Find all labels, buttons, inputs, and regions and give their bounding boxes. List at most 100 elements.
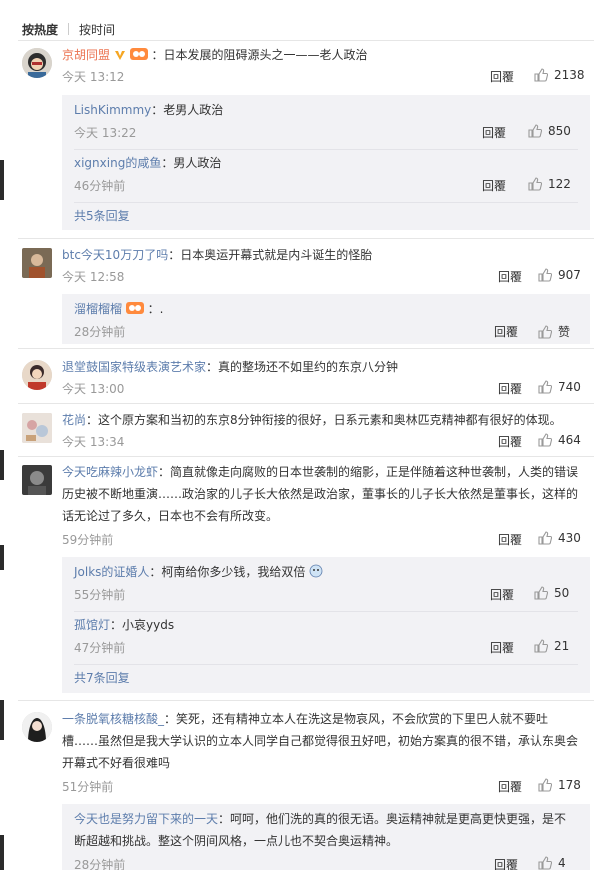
comment-item: 一条脱氧核糖核酸_：笑死，还有精神立本人在洗这是物哀风，不会欣赏的下里巴人就不要… bbox=[18, 708, 594, 870]
like-button[interactable]: 122 bbox=[528, 177, 571, 191]
reply-button[interactable]: 回覆 bbox=[490, 639, 514, 656]
reply-text: Jolks的证婚人：柯南给你多少钱，我给双倍 bbox=[74, 561, 578, 583]
avatar[interactable] bbox=[22, 465, 52, 495]
window-edge bbox=[0, 450, 4, 480]
avatar[interactable] bbox=[22, 48, 52, 78]
comment-username[interactable]: 退堂鼓国家特级表演艺术家 bbox=[62, 360, 206, 374]
comment-username[interactable]: 一条脱氧核糖核酸_ bbox=[62, 712, 164, 726]
reply-text: LishKimmmy：老男人政治 bbox=[74, 99, 578, 121]
comment-time: 今天 13:12 bbox=[62, 70, 125, 84]
reply-meta: 28分钟前 回覆 4 bbox=[74, 856, 578, 870]
reply-button[interactable]: 回覆 bbox=[498, 380, 522, 397]
reply-button[interactable]: 回覆 bbox=[494, 323, 518, 340]
sort-by-hot[interactable]: 按热度 bbox=[22, 21, 58, 38]
reply-username[interactable]: 溜榴榴榴 bbox=[74, 302, 122, 316]
like-button[interactable]: 178 bbox=[538, 778, 581, 792]
reply-button[interactable]: 回覆 bbox=[490, 68, 514, 85]
reply-time: 28分钟前 bbox=[74, 858, 126, 870]
thumbs-up-icon bbox=[528, 124, 542, 138]
reply-username[interactable]: Jolks的证婚人 bbox=[74, 565, 149, 579]
like-count: 4 bbox=[558, 856, 566, 870]
avatar[interactable] bbox=[22, 712, 52, 742]
like-count: 122 bbox=[548, 177, 571, 191]
more-replies-link[interactable]: 共7条回复 bbox=[74, 669, 130, 686]
like-count: 178 bbox=[558, 778, 581, 792]
comment-meta: 今天 12:58 回覆 907 bbox=[62, 268, 586, 286]
reply-username[interactable]: xignxing的咸鱼 bbox=[74, 156, 161, 170]
reply-text: 今天也是努力留下来的一天：呵呵，他们洗的真的很无语。奥运精神就是更高更快更强，是… bbox=[74, 808, 578, 852]
comment-time: 59分钟前 bbox=[62, 533, 114, 547]
like-button[interactable]: 4 bbox=[538, 856, 566, 870]
like-button[interactable]: 740 bbox=[538, 380, 581, 394]
reply-button[interactable]: 回覆 bbox=[498, 268, 522, 285]
reply-button[interactable]: 回覆 bbox=[482, 177, 506, 194]
like-count: 907 bbox=[558, 268, 581, 282]
comment-item: 今天吃麻辣小龙虾：简直就像走向腐败的日本世袭制的缩影，正是伴随着这种世袭制，人类… bbox=[18, 461, 594, 695]
comment-time: 今天 13:00 bbox=[62, 382, 125, 396]
reply-username[interactable]: 今天也是努力留下来的一天 bbox=[74, 812, 218, 826]
like-button[interactable]: 850 bbox=[528, 124, 571, 138]
comment-content: 槽……虽然但是我大学认识的立本人同学自己都觉得很丑好吧，初始方案真的很不错，承认… bbox=[62, 734, 579, 748]
member-badge-icon bbox=[129, 48, 148, 60]
reply-content: ：柯南给你多少钱，我给双倍 bbox=[149, 565, 306, 579]
comment-meta: 今天 13:34 回覆 464 bbox=[62, 433, 586, 451]
reply-username[interactable]: LishKimmmy bbox=[74, 103, 151, 117]
comment-text: 花尚：这个原方案和当初的东京8分钟衔接的很好，日系元素和奥林匹克精神都有很好的体… bbox=[62, 409, 580, 431]
reply-button[interactable]: 回覆 bbox=[498, 778, 522, 795]
thumbs-up-icon bbox=[528, 177, 542, 191]
reply-button[interactable]: 回覆 bbox=[482, 124, 506, 141]
window-edge bbox=[0, 835, 4, 870]
like-count: 464 bbox=[558, 433, 581, 447]
like-button[interactable]: 464 bbox=[538, 433, 581, 447]
member-badge-icon bbox=[125, 302, 144, 314]
reply-button[interactable]: 回覆 bbox=[498, 531, 522, 548]
like-count: 21 bbox=[554, 639, 570, 653]
comment-text: 退堂鼓国家特级表演艺术家：真的整场还不如里约的东京八分钟 bbox=[62, 356, 580, 378]
comment-username[interactable]: 花尚 bbox=[62, 413, 86, 427]
divider bbox=[18, 456, 594, 457]
comment-content: 话无论过了多久，日本也不会有所改变。 bbox=[62, 509, 279, 523]
like-button[interactable]: 50 bbox=[534, 586, 569, 600]
thumbs-up-icon bbox=[538, 268, 552, 282]
comment-content: ：日本奥运开幕式就是内斗诞生的怪胎 bbox=[168, 248, 373, 262]
like-button[interactable]: 907 bbox=[538, 268, 581, 282]
thumbs-up-icon bbox=[534, 639, 548, 653]
sort-by-time[interactable]: 按时间 bbox=[79, 21, 115, 38]
like-count: 2138 bbox=[554, 68, 585, 82]
avatar[interactable] bbox=[22, 248, 52, 278]
like-button[interactable]: 430 bbox=[538, 531, 581, 545]
divider bbox=[18, 700, 594, 701]
comment-content: 历史被不断地重演……政治家的儿子长大依然是政治家，董事长的儿子长大依然是董事长，… bbox=[62, 487, 579, 501]
reply-text: 溜榴榴榴 ：. bbox=[74, 298, 578, 320]
reply-button[interactable]: 回覆 bbox=[498, 433, 522, 450]
reply-button[interactable]: 回覆 bbox=[494, 856, 518, 870]
comment-content: ：笑死，还有精神立本人在洗这是物哀风，不会欣赏的下里巴人就不要吐 bbox=[164, 712, 549, 726]
sort-bar: 按热度 按时间 bbox=[22, 20, 115, 38]
avatar[interactable] bbox=[22, 413, 52, 443]
more-replies-link[interactable]: 共5条回复 bbox=[74, 207, 130, 224]
reply-time: 47分钟前 bbox=[74, 641, 126, 655]
reply-meta: 46分钟前 回覆 122 bbox=[74, 177, 578, 195]
comment-content: ：真的整场还不如里约的东京八分钟 bbox=[206, 360, 399, 374]
comment-username[interactable]: 今天吃麻辣小龙虾 bbox=[62, 465, 158, 479]
reply-content: ：男人政治 bbox=[161, 156, 222, 170]
comment-text: 今天吃麻辣小龙虾：简直就像走向腐败的日本世袭制的缩影，正是伴随着这种世袭制，人类… bbox=[62, 461, 580, 527]
divider bbox=[18, 403, 594, 404]
reply-button[interactable]: 回覆 bbox=[490, 586, 514, 603]
like-button[interactable]: 赞 bbox=[538, 323, 570, 340]
comment-username[interactable]: 京胡同盟 bbox=[62, 48, 110, 62]
divider bbox=[74, 611, 578, 612]
comment-text: btc今天10万刀了吗：日本奥运开幕式就是内斗诞生的怪胎 bbox=[62, 244, 580, 266]
reply-meta: 55分钟前 回覆 50 bbox=[74, 586, 578, 604]
like-button[interactable]: 21 bbox=[534, 639, 569, 653]
avatar[interactable] bbox=[22, 360, 52, 390]
like-button[interactable]: 2138 bbox=[534, 68, 585, 82]
comment-item: 花尚：这个原方案和当初的东京8分钟衔接的很好，日系元素和奥林匹克精神都有很好的体… bbox=[18, 409, 594, 455]
emoji-icon bbox=[309, 564, 323, 578]
divider bbox=[18, 238, 594, 239]
like-count: 430 bbox=[558, 531, 581, 545]
comment-username[interactable]: btc今天10万刀了吗 bbox=[62, 248, 168, 262]
comment-time: 今天 13:34 bbox=[62, 435, 125, 449]
comment-meta: 51分钟前 回覆 178 bbox=[62, 778, 586, 796]
reply-username[interactable]: 孤馆灯 bbox=[74, 618, 110, 632]
